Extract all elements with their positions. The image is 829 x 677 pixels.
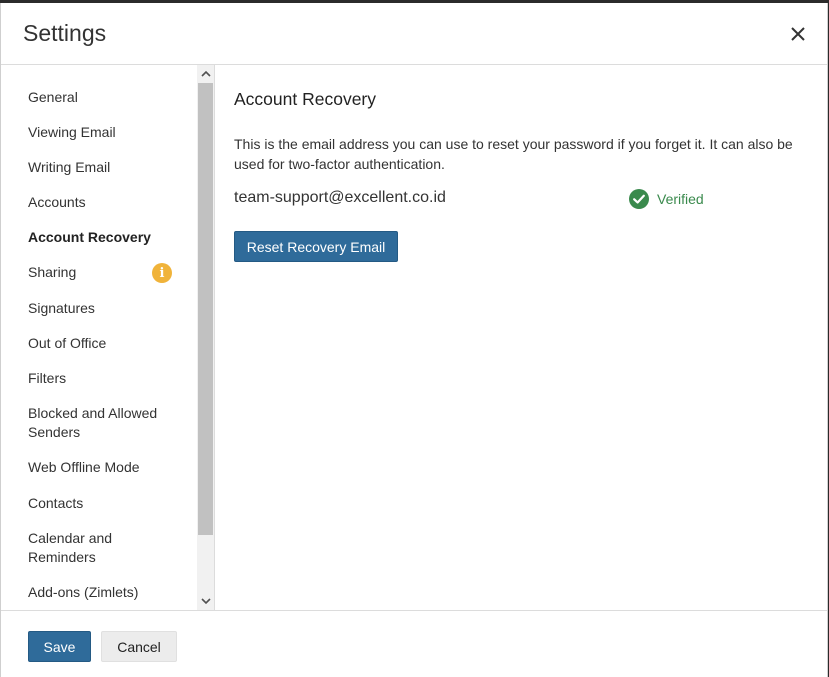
- sidebar-item-label: Contacts: [28, 494, 84, 511]
- sidebar-item-label: Blocked and Allowed Senders: [28, 404, 158, 441]
- settings-content: Account Recovery This is the email addre…: [215, 65, 828, 610]
- dialog-header: Settings: [1, 3, 827, 65]
- sidebar-item-account-recovery[interactable]: Account Recovery: [1, 228, 197, 248]
- sidebar-item-label: Writing Email: [28, 159, 111, 176]
- sidebar-item-label: Out of Office: [28, 334, 107, 351]
- scroll-thumb[interactable]: [198, 83, 213, 535]
- sidebar-item-label: Accounts: [28, 194, 86, 211]
- cancel-button[interactable]: Cancel: [101, 631, 177, 662]
- sidebar-item-filters[interactable]: Filters: [1, 369, 197, 389]
- dialog-title: Settings: [23, 20, 107, 46]
- sidebar-item-web-offline-mode[interactable]: Web Offline Mode: [1, 458, 197, 478]
- check-circle-icon: [629, 189, 649, 209]
- sidebar-item-viewing-email[interactable]: Viewing Email: [1, 123, 197, 143]
- scroll-up-button[interactable]: [197, 65, 214, 82]
- sidebar-item-label: Calendar and Reminders: [28, 529, 113, 566]
- sidebar-item-accounts[interactable]: Accounts: [1, 193, 197, 213]
- sidebar-item-label: General: [28, 89, 78, 105]
- close-button[interactable]: [787, 23, 809, 45]
- sidebar-item-label: Account Recovery: [28, 229, 151, 246]
- sidebar-item-label: Filters: [28, 369, 67, 386]
- sidebar-item-label: Add-ons (Zimlets): [28, 584, 139, 601]
- sidebar-item-label: Sharing: [28, 264, 77, 281]
- sidebar-item-blocked-allowed-senders[interactable]: Blocked and Allowed Senders: [1, 404, 197, 443]
- dialog-footer: Save Cancel: [1, 610, 827, 677]
- sidebar-item-add-ons[interactable]: Add-ons (Zimlets): [1, 583, 197, 603]
- sidebar-scrollbar[interactable]: [197, 65, 214, 610]
- verified-status: Verified: [629, 189, 704, 209]
- close-icon: [791, 27, 805, 41]
- scroll-down-button[interactable]: [197, 593, 214, 610]
- settings-sidebar: General Viewing Email Writing Email Acco…: [1, 65, 215, 610]
- section-title: Account Recovery: [234, 89, 377, 109]
- verified-label: Verified: [657, 191, 704, 207]
- info-icon[interactable]: i: [152, 263, 172, 284]
- sidebar-item-signatures[interactable]: Signatures: [1, 299, 197, 319]
- recovery-email: team-support@excellent.co.id: [234, 189, 446, 206]
- settings-nav: General Viewing Email Writing Email Acco…: [1, 88, 197, 603]
- chevron-up-icon: [200, 70, 211, 77]
- sidebar-item-contacts[interactable]: Contacts: [1, 494, 197, 514]
- reset-recovery-email-button[interactable]: Reset Recovery Email: [234, 231, 398, 262]
- sidebar-item-label: Web Offline Mode: [28, 459, 140, 476]
- save-button[interactable]: Save: [28, 631, 91, 662]
- chevron-down-icon: [200, 598, 211, 605]
- sidebar-item-sharing[interactable]: Sharing i: [1, 263, 197, 284]
- section-description: This is the email address you can use to…: [234, 136, 793, 172]
- sidebar-item-writing-email[interactable]: Writing Email: [1, 158, 197, 178]
- sidebar-item-label: Viewing Email: [28, 124, 116, 141]
- sidebar-item-general[interactable]: General: [1, 88, 197, 108]
- sidebar-item-out-of-office[interactable]: Out of Office: [1, 334, 197, 354]
- settings-dialog: Settings General Viewing Email Writing E…: [0, 3, 828, 677]
- sidebar-item-calendar-reminders[interactable]: Calendar and Reminders: [1, 529, 197, 568]
- sidebar-item-label: Signatures: [28, 299, 95, 316]
